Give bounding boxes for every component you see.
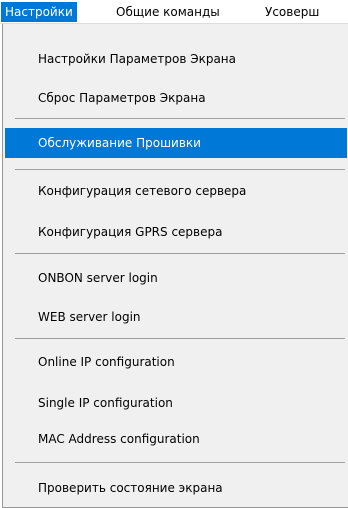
settings-dropdown-menu: Настройки Параметров Экрана Сброс Параме… <box>2 24 348 508</box>
menu-separator <box>15 462 345 463</box>
menu-settings[interactable]: Настройки <box>1 2 77 22</box>
menu-separator <box>15 118 345 119</box>
menu-item-online-ip-config[interactable]: Online IP configuration <box>5 347 347 377</box>
menu-separator <box>15 338 345 339</box>
menu-separator <box>15 169 345 170</box>
menu-item-check-screen-status[interactable]: Проверить состояние экрана <box>5 473 347 503</box>
menu-item-mac-address-config[interactable]: MAC Address configuration <box>5 424 347 454</box>
menu-item-single-ip-config[interactable]: Single IP configuration <box>5 388 347 418</box>
menu-item-network-server-config[interactable]: Конфигурация сетевого сервера <box>5 176 347 206</box>
menu-advanced[interactable]: Усоверш <box>261 2 323 22</box>
menu-item-onbon-server-login[interactable]: ONBON server login <box>5 263 347 293</box>
menu-item-firmware-maintenance[interactable]: Обслуживание Прошивки <box>5 128 347 158</box>
menu-item-gprs-server-config[interactable]: Конфигурация GPRS сервера <box>5 217 347 247</box>
menu-item-web-server-login[interactable]: WEB server login <box>5 302 347 332</box>
menu-item-reset-screen-parameters[interactable]: Сброс Параметров Экрана <box>5 83 347 113</box>
menu-item-screen-parameters[interactable]: Настройки Параметров Экрана <box>5 44 347 74</box>
menu-bar: Настройки Общие команды Усоверш <box>0 0 348 24</box>
menu-separator <box>15 253 345 254</box>
menu-general-commands[interactable]: Общие команды <box>112 2 224 22</box>
